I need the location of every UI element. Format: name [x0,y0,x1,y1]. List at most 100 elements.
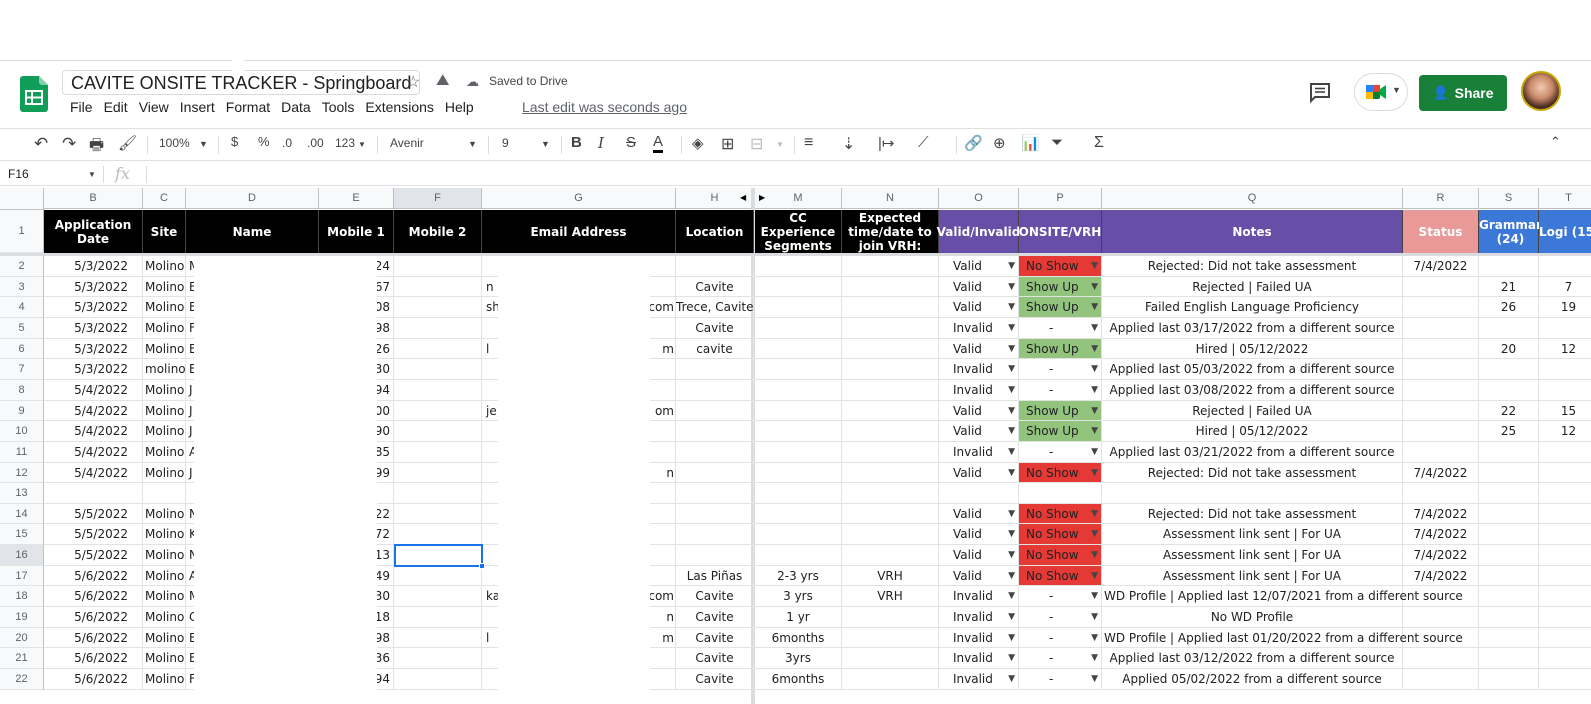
column-header-r[interactable]: R [1403,188,1479,209]
last-edit-link[interactable]: Last edit was seconds ago [522,99,687,115]
cell-p18[interactable]: - ▼ [1019,586,1102,607]
cell-m19[interactable]: 1 yr [755,607,842,628]
borders-icon[interactable]: ⊞ [721,134,734,154]
cell-s16[interactable] [1479,545,1539,566]
header-cell-d[interactable]: Name [186,210,319,253]
cell-s20[interactable] [1479,628,1539,648]
cell-c21[interactable]: Molino [143,648,186,669]
menu-edit[interactable]: Edit [104,99,128,115]
cell-t6[interactable]: 12 [1539,339,1591,359]
cell-f5[interactable] [394,318,482,339]
cell-b19[interactable]: 5/6/2022 [44,607,143,628]
filter-icon[interactable]: ⏷ [1051,134,1063,151]
fill-color-icon[interactable]: ◈ [692,134,704,152]
cell-f19[interactable] [394,607,482,628]
cell-c16[interactable]: Molino [143,545,186,566]
cell-m9[interactable] [755,401,842,421]
row-header-22[interactable]: 22 [0,669,44,690]
cell-s8[interactable] [1479,380,1539,401]
cell-b20[interactable]: 5/6/2022 [44,628,143,648]
cell-s3[interactable]: 21 [1479,277,1539,297]
meet-button[interactable]: ▼ [1354,73,1408,111]
row-header-7[interactable]: 7 [0,359,44,380]
row-header-10[interactable]: 10 [0,421,44,442]
cell-s11[interactable] [1479,442,1539,463]
cell-o6[interactable]: Valid ▼ [939,339,1019,359]
cell-f22[interactable] [394,669,482,690]
cell-m14[interactable] [755,504,842,524]
cell-n13[interactable] [842,483,939,504]
cell-m4[interactable] [755,297,842,318]
cell-h21[interactable]: Cavite [676,648,754,669]
more-formats-button[interactable]: 123 [335,136,355,150]
cell-h7[interactable] [676,359,754,380]
cell-n5[interactable] [842,318,939,339]
insert-link-icon[interactable]: 🔗 [964,134,983,152]
cell-q9[interactable]: Rejected | Failed UA [1102,401,1403,421]
cell-b10[interactable]: 5/4/2022 [44,421,143,442]
cell-p22[interactable]: - ▼ [1019,669,1102,690]
dropdown-chevron-icon[interactable]: ▼ [1008,318,1015,338]
cell-t16[interactable] [1539,545,1591,566]
dropdown-chevron-icon[interactable]: ▼ [1091,669,1098,689]
column-header-s[interactable]: S [1479,188,1539,209]
cell-p14[interactable]: No Show ▼ [1019,504,1102,524]
dropdown-chevron-icon[interactable]: ▼ [1008,669,1015,689]
cell-t11[interactable] [1539,442,1591,463]
dropdown-chevron-icon[interactable]: ▼ [1091,607,1098,627]
header-cell-b[interactable]: Application Date [44,210,143,253]
cell-n11[interactable] [842,442,939,463]
dropdown-chevron-icon[interactable]: ▼ [1008,339,1015,358]
column-header-n[interactable]: N [842,188,939,209]
dropdown-chevron-icon[interactable]: ▼ [1008,524,1015,544]
dropdown-chevron-icon[interactable]: ▼ [1091,380,1098,400]
dropdown-chevron-icon[interactable]: ▼ [1008,442,1015,462]
cell-t13[interactable] [1539,483,1591,504]
cell-f4[interactable] [394,297,482,318]
zoom-select[interactable]: 100% [159,136,190,150]
column-header-g[interactable]: G [482,188,676,209]
cell-h11[interactable] [676,442,754,463]
font-size-select[interactable]: 9 [502,136,509,150]
cell-h15[interactable] [676,524,754,545]
cell-b17[interactable]: 5/6/2022 [44,566,143,586]
selection-fill-handle[interactable] [479,563,485,569]
cell-r21[interactable] [1403,648,1479,669]
cell-f13[interactable] [394,483,482,504]
increase-decimal-button[interactable]: .00 [307,136,324,150]
cell-r8[interactable] [1403,380,1479,401]
cell-b21[interactable]: 5/6/2022 [44,648,143,669]
cell-f14[interactable] [394,504,482,524]
cell-t12[interactable] [1539,463,1591,483]
cell-f3[interactable] [394,277,482,297]
cell-h2[interactable] [676,256,754,277]
menu-view[interactable]: View [139,99,169,115]
cell-o13[interactable] [939,483,1019,504]
row-header-2[interactable]: 2 [0,256,44,277]
row-header-6[interactable]: 6 [0,339,44,359]
cell-o16[interactable]: Valid ▼ [939,545,1019,566]
cell-b4[interactable]: 5/3/2022 [44,297,143,318]
cell-m7[interactable] [755,359,842,380]
row-header-4[interactable]: 4 [0,297,44,318]
undo-icon[interactable]: ↶ [34,134,48,154]
menu-insert[interactable]: Insert [180,99,215,115]
dropdown-chevron-icon[interactable]: ▼ [1008,566,1015,585]
cell-m13[interactable] [755,483,842,504]
cell-h19[interactable]: Cavite [676,607,754,628]
cell-q21[interactable]: Applied last 03/12/2022 from a different… [1102,648,1403,669]
cell-t19[interactable] [1539,607,1591,628]
cell-o9[interactable]: Valid ▼ [939,401,1019,421]
cell-b11[interactable]: 5/4/2022 [44,442,143,463]
dropdown-chevron-icon[interactable]: ▼ [1008,359,1015,379]
cell-t14[interactable] [1539,504,1591,524]
cell-r2[interactable]: 7/4/2022 [1403,256,1479,277]
cell-o3[interactable]: Valid ▼ [939,277,1019,297]
cell-c14[interactable]: Molino [143,504,186,524]
cell-h3[interactable]: Cavite [676,277,754,297]
dropdown-chevron-icon[interactable]: ▼ [1008,607,1015,627]
comment-history-icon[interactable] [1307,80,1333,104]
header-cell-p[interactable]: ONSITE/VRH [1019,210,1102,253]
cell-q11[interactable]: Applied last 03/21/2022 from a different… [1102,442,1403,463]
cell-t22[interactable] [1539,669,1591,690]
